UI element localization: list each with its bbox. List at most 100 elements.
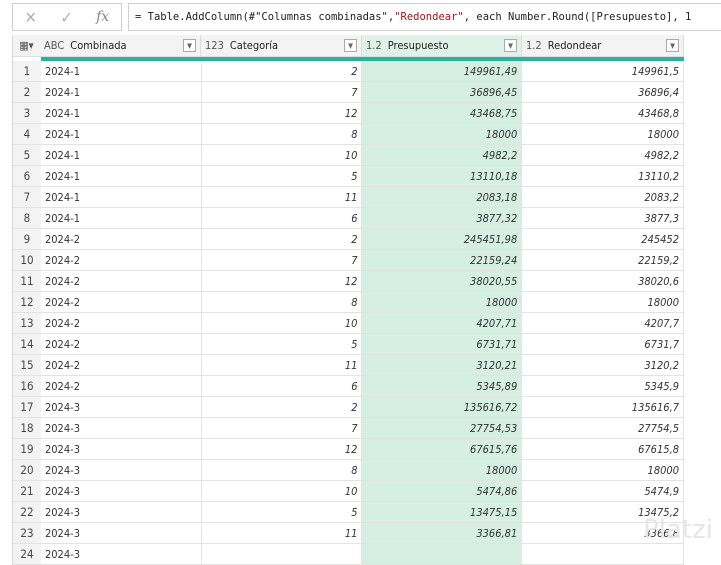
cell-categoría[interactable]: 8 xyxy=(202,124,363,144)
cell-combinada[interactable]: 2024-3 xyxy=(41,397,202,417)
cell-combinada[interactable]: 2024-2 xyxy=(41,229,202,249)
row-number[interactable]: 1 xyxy=(13,61,41,81)
cell-presupuesto[interactable]: 3877,32 xyxy=(362,208,523,228)
cell-categoría[interactable]: 11 xyxy=(202,355,363,375)
cell-presupuesto[interactable]: 2083,18 xyxy=(362,187,523,207)
cell-redondear[interactable]: 4982,2 xyxy=(522,145,685,165)
cell-categoría[interactable]: 8 xyxy=(202,460,363,480)
cell-redondear[interactable] xyxy=(522,544,685,564)
cell-categoría[interactable]: 10 xyxy=(202,313,363,333)
cell-redondear[interactable]: 27754,5 xyxy=(522,418,685,438)
type-icon[interactable]: 123 xyxy=(205,39,224,52)
row-number[interactable]: 6 xyxy=(13,166,41,186)
cell-combinada[interactable]: 2024-2 xyxy=(41,313,202,333)
cell-presupuesto[interactable]: 4207,71 xyxy=(362,313,523,333)
cell-categoría[interactable]: 6 xyxy=(202,208,363,228)
cell-redondear[interactable]: 36896,4 xyxy=(522,82,685,102)
cell-combinada[interactable]: 2024-3 xyxy=(41,481,202,501)
cell-categoría[interactable]: 2 xyxy=(202,61,363,81)
cell-presupuesto[interactable]: 36896,45 xyxy=(362,82,523,102)
cell-combinada[interactable]: 2024-1 xyxy=(41,187,202,207)
row-number[interactable]: 15 xyxy=(13,355,41,375)
row-number[interactable]: 18 xyxy=(13,418,41,438)
cell-combinada[interactable]: 2024-1 xyxy=(41,124,202,144)
cell-combinada[interactable]: 2024-3 xyxy=(41,460,202,480)
cell-categoría[interactable]: 12 xyxy=(202,271,363,291)
cell-redondear[interactable]: 67615,8 xyxy=(522,439,685,459)
cell-categoría[interactable]: 5 xyxy=(202,334,363,354)
cell-redondear[interactable]: 5474,9 xyxy=(522,481,685,501)
confirm-icon[interactable]: ✓ xyxy=(60,8,72,27)
cell-combinada[interactable]: 2024-2 xyxy=(41,376,202,396)
cell-presupuesto[interactable]: 245451,98 xyxy=(362,229,523,249)
cell-redondear[interactable]: 3120,2 xyxy=(522,355,685,375)
column-header-combinada[interactable]: ABC Combinada ▼ xyxy=(40,35,201,56)
cell-redondear[interactable]: 38020,6 xyxy=(522,271,685,291)
row-number[interactable]: 3 xyxy=(13,103,41,123)
cell-categoría[interactable]: 12 xyxy=(202,439,363,459)
cancel-icon[interactable]: ✕ xyxy=(25,8,37,27)
cell-redondear[interactable]: 149961,5 xyxy=(522,61,685,81)
cell-combinada[interactable]: 2024-3 xyxy=(41,502,202,522)
row-number[interactable]: 19 xyxy=(13,439,41,459)
cell-presupuesto[interactable]: 3366,81 xyxy=(362,523,523,543)
cell-categoría[interactable]: 11 xyxy=(202,523,363,543)
cell-presupuesto[interactable]: 67615,76 xyxy=(362,439,523,459)
row-number[interactable]: 23 xyxy=(13,523,41,543)
row-number[interactable]: 12 xyxy=(13,292,41,312)
cell-redondear[interactable]: 3877,3 xyxy=(522,208,685,228)
cell-redondear[interactable]: 6731,7 xyxy=(522,334,685,354)
cell-categoría[interactable] xyxy=(202,544,363,564)
cell-categoría[interactable]: 7 xyxy=(202,418,363,438)
cell-categoría[interactable]: 5 xyxy=(202,502,363,522)
cell-categoría[interactable]: 7 xyxy=(202,250,363,270)
row-number[interactable]: 11 xyxy=(13,271,41,291)
cell-redondear[interactable]: 135616,7 xyxy=(522,397,685,417)
cell-categoría[interactable]: 11 xyxy=(202,187,363,207)
cell-presupuesto[interactable]: 4982,2 xyxy=(362,145,523,165)
cell-presupuesto[interactable]: 18000 xyxy=(362,292,523,312)
row-number[interactable]: 14 xyxy=(13,334,41,354)
cell-presupuesto[interactable]: 149961,49 xyxy=(362,61,523,81)
cell-presupuesto[interactable]: 13110,18 xyxy=(362,166,523,186)
cell-combinada[interactable]: 2024-2 xyxy=(41,271,202,291)
row-number[interactable]: 10 xyxy=(13,250,41,270)
type-icon[interactable]: ABC xyxy=(44,39,64,52)
cell-redondear[interactable]: 245452 xyxy=(522,229,685,249)
row-number[interactable]: 2 xyxy=(13,82,41,102)
cell-categoría[interactable]: 5 xyxy=(202,166,363,186)
cell-combinada[interactable]: 2024-3 xyxy=(41,418,202,438)
row-number[interactable]: 17 xyxy=(13,397,41,417)
cell-redondear[interactable]: 13110,2 xyxy=(522,166,685,186)
cell-combinada[interactable]: 2024-2 xyxy=(41,334,202,354)
cell-combinada[interactable]: 2024-3 xyxy=(41,523,202,543)
cell-combinada[interactable]: 2024-1 xyxy=(41,103,202,123)
cell-combinada[interactable]: 2024-2 xyxy=(41,292,202,312)
type-icon[interactable]: 1.2 xyxy=(526,39,542,52)
fx-icon[interactable]: fx xyxy=(96,9,109,25)
row-number[interactable]: 13 xyxy=(13,313,41,333)
cell-presupuesto[interactable]: 135616,72 xyxy=(362,397,523,417)
cell-presupuesto[interactable]: 6731,71 xyxy=(362,334,523,354)
row-number[interactable]: 8 xyxy=(13,208,41,228)
cell-redondear[interactable]: 18000 xyxy=(522,292,685,312)
cell-combinada[interactable]: 2024-1 xyxy=(41,208,202,228)
cell-combinada[interactable]: 2024-1 xyxy=(41,145,202,165)
filter-dropdown-icon[interactable]: ▼ xyxy=(666,39,679,52)
cell-redondear[interactable]: 5345,9 xyxy=(522,376,685,396)
cell-presupuesto[interactable]: 18000 xyxy=(362,460,523,480)
cell-redondear[interactable]: 18000 xyxy=(522,124,685,144)
cell-presupuesto[interactable]: 13475,15 xyxy=(362,502,523,522)
filter-dropdown-icon[interactable]: ▼ xyxy=(344,39,357,52)
cell-combinada[interactable]: 2024-2 xyxy=(41,250,202,270)
cell-categoría[interactable]: 2 xyxy=(202,397,363,417)
cell-presupuesto[interactable]: 27754,53 xyxy=(362,418,523,438)
cell-redondear[interactable]: 43468,8 xyxy=(522,103,685,123)
table-menu-icon[interactable]: ▦▾ xyxy=(13,35,40,56)
row-number[interactable]: 4 xyxy=(13,124,41,144)
cell-categoría[interactable]: 6 xyxy=(202,376,363,396)
cell-combinada[interactable]: 2024-3 xyxy=(41,544,202,564)
row-number[interactable]: 22 xyxy=(13,502,41,522)
cell-categoría[interactable]: 10 xyxy=(202,481,363,501)
cell-categoría[interactable]: 2 xyxy=(202,229,363,249)
